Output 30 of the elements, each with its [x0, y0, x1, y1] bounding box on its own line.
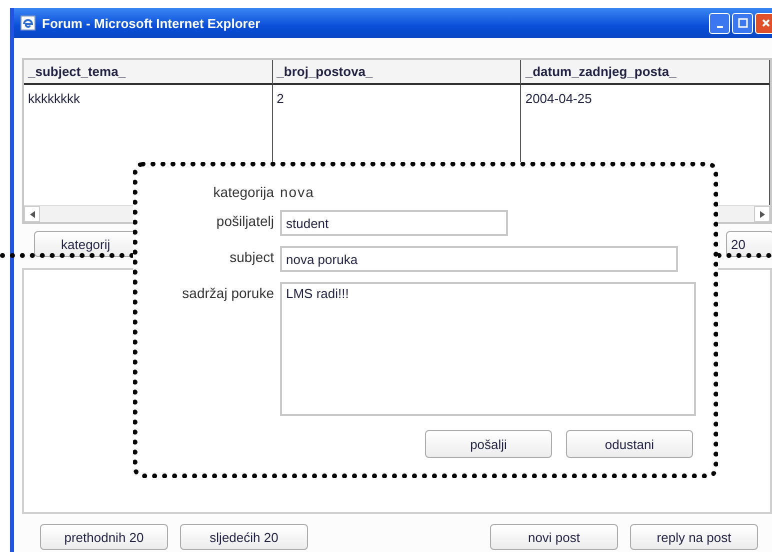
maximize-button[interactable] [732, 12, 753, 34]
field-label: subject [228, 248, 274, 265]
column-header[interactable]: _datum_zadnjeg_posta_ [521, 60, 770, 85]
minimize-icon [716, 26, 722, 28]
field-label: sadržaj poruke [181, 284, 274, 301]
close-button[interactable] [755, 12, 772, 34]
next-button[interactable]: 20 [726, 231, 772, 257]
message-field[interactable]: LMS radi!!! [280, 282, 696, 416]
column-header[interactable]: _subject_tema_ [24, 60, 273, 85]
browser-icon [20, 15, 36, 31]
right-arrow-icon [760, 210, 764, 218]
dialog-button[interactable]: pošalji [425, 430, 552, 458]
scroll-right-button[interactable] [754, 206, 770, 222]
close-icon [760, 18, 770, 28]
category-value: nova [280, 183, 314, 200]
input-field[interactable]: student [280, 210, 508, 236]
column-header[interactable]: _broj_postova_ [272, 60, 522, 85]
scroll-left-button[interactable] [24, 206, 40, 222]
input-field[interactable]: nova poruka [280, 246, 678, 272]
field-label: pošiljatelj [215, 212, 274, 229]
field-label: kategorija [212, 183, 274, 200]
nav-button[interactable]: novi post [490, 524, 618, 550]
nav-button[interactable]: reply na post [630, 524, 758, 550]
dialog-button[interactable]: odustani [566, 430, 693, 458]
nav-button[interactable]: prethodnih 20 [40, 524, 168, 550]
left-arrow-icon [30, 210, 34, 218]
maximize-icon [738, 18, 748, 28]
nav-button[interactable]: sljedećih 20 [180, 524, 308, 550]
window-title: Forum - Microsoft Internet Explorer [42, 16, 262, 30]
minimize-button[interactable] [709, 12, 730, 34]
